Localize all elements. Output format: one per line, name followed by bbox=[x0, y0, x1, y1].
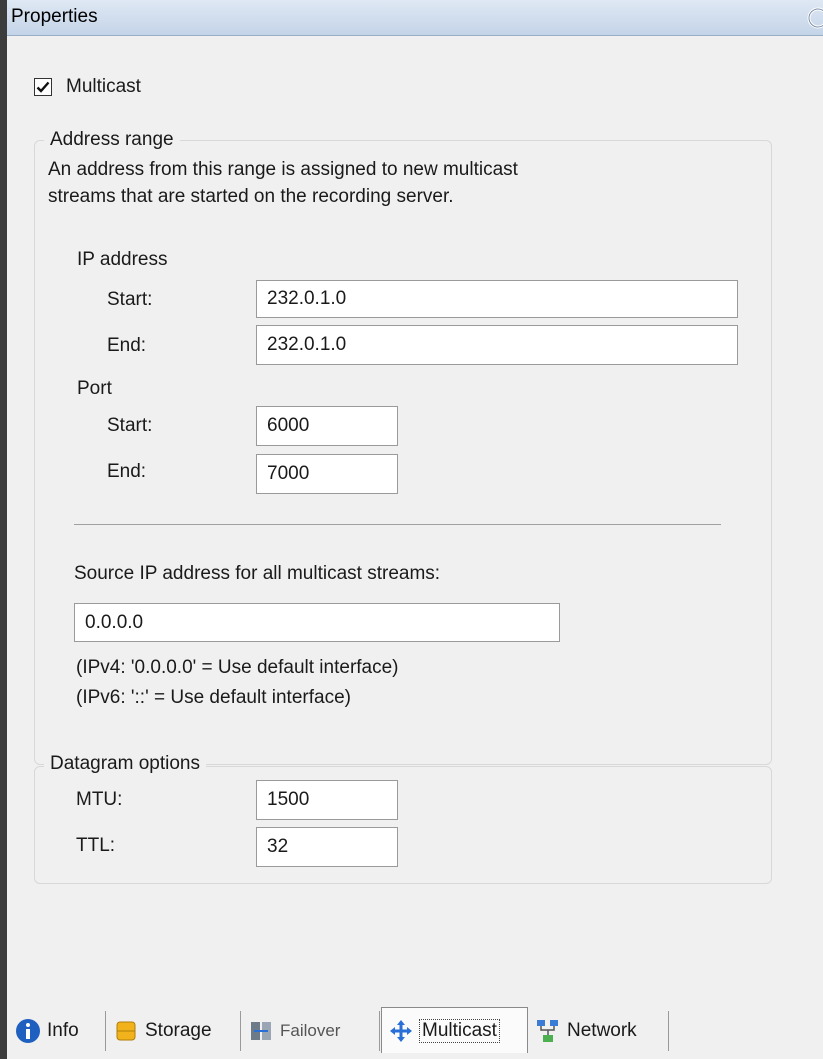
title-bar: Properties bbox=[7, 0, 823, 36]
ttl-input[interactable] bbox=[256, 827, 398, 867]
address-range-legend: Address range bbox=[44, 129, 180, 151]
address-range-description-line1: An address from this range is assigned t… bbox=[48, 159, 518, 180]
tab-storage-label: Storage bbox=[145, 1020, 212, 1041]
tab-info-label: Info bbox=[47, 1020, 79, 1041]
storage-icon bbox=[116, 1021, 136, 1041]
port-end-label: End: bbox=[107, 461, 147, 482]
window-title: Properties bbox=[11, 6, 98, 27]
port-end-input[interactable] bbox=[256, 454, 398, 494]
tab-multicast-label: Multicast bbox=[419, 1018, 500, 1043]
port-heading: Port bbox=[77, 378, 112, 399]
mtu-input[interactable] bbox=[256, 780, 398, 820]
failover-icon bbox=[251, 1022, 271, 1040]
tab-network[interactable]: Network bbox=[529, 1011, 669, 1051]
mtu-label: MTU: bbox=[76, 789, 123, 810]
multicast-checkbox-label: Multicast bbox=[66, 76, 141, 97]
section-divider bbox=[74, 524, 721, 525]
source-ip-input[interactable] bbox=[74, 603, 560, 642]
ipv6-hint: (IPv6: '::' = Use default interface) bbox=[76, 687, 351, 708]
multicast-checkbox[interactable] bbox=[34, 78, 52, 96]
ipv4-hint: (IPv4: '0.0.0.0' = Use default interface… bbox=[76, 657, 399, 678]
network-icon bbox=[537, 1020, 558, 1042]
ip-start-input[interactable] bbox=[256, 280, 738, 318]
source-ip-label: Source IP address for all multicast stre… bbox=[74, 563, 441, 584]
ip-end-input[interactable] bbox=[256, 325, 738, 365]
multicast-icon bbox=[390, 1019, 412, 1042]
tab-info[interactable]: Info bbox=[9, 1011, 106, 1051]
ip-end-label: End: bbox=[107, 335, 147, 356]
ip-start-label: Start: bbox=[107, 289, 153, 310]
tab-multicast[interactable]: Multicast bbox=[381, 1007, 528, 1053]
tab-storage[interactable]: Storage bbox=[107, 1011, 241, 1051]
tab-failover-label: Failover bbox=[280, 1021, 341, 1040]
tab-strip: Info Storage Failover Multicast Network bbox=[7, 1007, 823, 1059]
port-start-input[interactable] bbox=[256, 406, 398, 446]
ttl-label: TTL: bbox=[76, 835, 116, 856]
datagram-options-legend: Datagram options bbox=[44, 753, 206, 775]
ip-address-heading: IP address bbox=[77, 249, 168, 270]
checkmark-icon bbox=[36, 81, 50, 93]
properties-panel: Multicast Address range An address from … bbox=[7, 36, 823, 1044]
port-start-label: Start: bbox=[107, 415, 153, 436]
pin-icon[interactable] bbox=[801, 4, 823, 32]
multicast-checkbox-row[interactable]: Multicast bbox=[34, 74, 141, 100]
info-icon bbox=[16, 1019, 40, 1043]
window-frame bbox=[0, 0, 7, 1059]
tab-network-label: Network bbox=[567, 1020, 637, 1041]
datagram-options-group bbox=[34, 766, 772, 884]
tab-failover[interactable]: Failover bbox=[242, 1011, 380, 1051]
address-range-description-line2: streams that are started on the recordin… bbox=[48, 186, 454, 207]
